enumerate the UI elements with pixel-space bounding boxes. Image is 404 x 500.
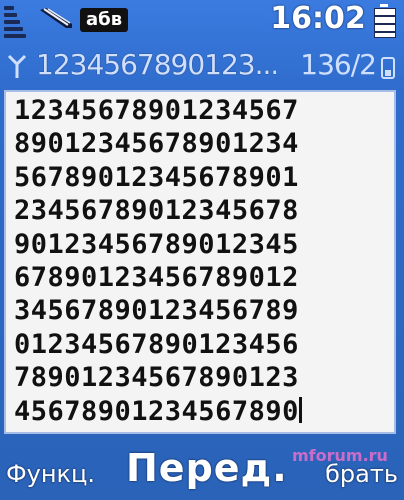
antenna-icon [7,54,27,78]
watermark-logo: mforum.ru [292,446,388,465]
functions-softkey[interactable]: Функц. [6,460,95,488]
text-line-last: 45678901234567890 [14,395,388,428]
pen-icon [40,8,72,28]
signal-strength-icon [4,6,34,38]
send-softkey[interactable]: Перед. [126,446,288,490]
text-line: 56789012345678901 [14,161,299,193]
text-line: 34567890123456789 [14,295,299,327]
text-line: 90123456789012345 [14,228,299,260]
character-counter: 136/2 [300,48,377,81]
input-mode-badge: абв [80,8,129,32]
text-line: 12345678901234567 [14,95,299,126]
phone-screen: абв 16:02 1234567890123... 136/2 1234567… [0,0,404,500]
text-line: 67890123456789012 [14,262,299,294]
text-line-content: 45678901234567890 [14,395,299,427]
text-line: 78901234567890123 [14,362,299,394]
text-line: 23456789012345678 [14,195,299,227]
clock: 16:02 [270,1,366,36]
text-line: 89012345678901234 [14,128,299,160]
message-header: 1234567890123... 136/2 [0,42,404,88]
message-preview: 1234567890123... [36,48,276,81]
text-line: 01234567890123456 [14,328,299,360]
text-cursor [298,396,302,423]
message-text-area[interactable]: 12345678901234567 89012345678901234 5678… [4,90,396,434]
status-bar: абв 16:02 [0,0,404,42]
battery-icon [372,4,396,38]
scroll-indicator-icon [381,57,395,79]
